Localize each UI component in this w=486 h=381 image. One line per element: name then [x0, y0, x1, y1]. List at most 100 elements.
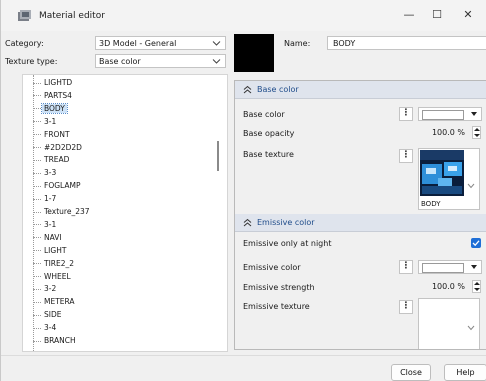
tree-connector — [33, 263, 41, 265]
tree-item[interactable]: PARTS4 — [33, 90, 74, 102]
dropdown-arrow-icon — [471, 265, 477, 269]
tree-item-label: WHEEL — [44, 271, 71, 281]
chevron-down-icon — [467, 183, 475, 189]
tree-item[interactable]: SIDE — [33, 309, 64, 321]
emissive-color-menu-button[interactable]: ⋮ — [399, 260, 413, 274]
tree-item[interactable]: BRANCH — [33, 335, 78, 347]
base-opacity-value: 100.0 % — [431, 128, 465, 137]
material-tree[interactable]: LIGHTD PARTS4 BODY 3-1 FRONT #2D2D2D TREAD 3-3 F… — [22, 74, 228, 352]
name-input[interactable]: BODY — [327, 36, 486, 50]
material-editor-window: Material editor — ☐ ✕ Category: 3D Model… — [0, 0, 486, 381]
tree-item-label: LIGHT — [44, 245, 67, 255]
emissive-color-section-header[interactable]: Emissive color — [235, 214, 486, 232]
tree-item[interactable]: FOGLAMP — [33, 180, 83, 192]
emissive-color-label: Emissive color — [243, 263, 301, 272]
category-select[interactable]: 3D Model - General — [95, 36, 226, 50]
tree-item[interactable]: METERA — [33, 296, 77, 308]
tree-connector — [33, 198, 41, 200]
emissive-color-swatch — [422, 263, 464, 273]
tree-item-label: NAVI — [44, 232, 62, 242]
base-texture-menu-button[interactable]: ⋮ — [399, 149, 413, 163]
tree-item[interactable]: FRONT — [33, 129, 72, 141]
minimize-button[interactable]: — — [401, 8, 417, 22]
material-preview-swatch — [234, 34, 274, 72]
title-bar[interactable]: Material editor — ☐ ✕ — [1, 0, 486, 31]
tree-connector — [33, 314, 41, 316]
maximize-button[interactable]: ☐ — [429, 8, 445, 22]
spin-arrows[interactable] — [472, 280, 481, 293]
base-texture-selector[interactable]: BODY — [418, 148, 480, 210]
tree-connector — [33, 211, 41, 213]
tree-item[interactable]: 3-1 — [33, 219, 58, 231]
app-icon — [18, 10, 31, 21]
tree-item-label: METERA — [44, 297, 75, 307]
tree-item-label: TREAD — [44, 155, 70, 165]
tree-item-label: 3-2 — [44, 284, 57, 294]
tree-connector — [33, 95, 41, 97]
tree-item[interactable]: 3-3 — [33, 167, 58, 179]
close-window-button[interactable]: ✕ — [460, 8, 476, 22]
tree-item[interactable]: 3-1 — [33, 116, 58, 128]
chevron-down-icon — [467, 325, 475, 331]
tree-connector — [33, 250, 41, 252]
tree-connector — [33, 185, 41, 187]
tree-item[interactable]: #2D2D2D — [33, 142, 84, 154]
emissive-color-picker[interactable] — [418, 260, 482, 274]
tree-item-label: TIRE2_2 — [44, 258, 75, 268]
base-color-picker[interactable] — [418, 107, 482, 121]
tree-item-label: BRANCH — [44, 336, 76, 345]
tree-item-label: 1-7 — [44, 194, 57, 204]
help-button[interactable]: Help — [444, 364, 486, 381]
tree-item[interactable]: TREAD — [33, 154, 71, 166]
base-color-swatch — [422, 110, 464, 120]
tree-item-label: PARTS4 — [44, 90, 72, 100]
category-label: Category: — [5, 39, 44, 48]
texture-type-select[interactable]: Base color — [95, 54, 226, 68]
emissive-strength-value: 100.0 % — [431, 282, 465, 291]
base-texture-label: Base texture — [243, 150, 294, 159]
tree-item-label: FRONT — [44, 129, 70, 139]
tree-item[interactable]: BODY — [33, 102, 68, 115]
tree-item-label: Texture_237 — [44, 207, 90, 216]
base-opacity-spinner[interactable]: 100.0 % — [415, 126, 483, 140]
base-color-section-header[interactable]: Base color — [235, 81, 486, 99]
tree-item-label: SIDE — [44, 310, 62, 320]
emissive-strength-spinner[interactable]: 100.0 % — [415, 280, 483, 294]
texture-type-value: Base color — [99, 57, 141, 66]
base-texture-caption: BODY — [421, 200, 441, 208]
base-color-section-title: Base color — [257, 85, 299, 94]
close-button[interactable]: Close — [391, 364, 431, 381]
tree-scrollbar-thumb[interactable] — [217, 141, 219, 171]
tree-connector — [33, 172, 41, 174]
emissive-texture-label: Emissive texture — [243, 302, 310, 311]
tree-connector — [33, 121, 41, 123]
tree-item[interactable]: TIRE2_2 — [33, 258, 76, 270]
tree-item[interactable]: 1-7 — [33, 193, 58, 205]
tree-connector — [33, 224, 41, 226]
tree-item[interactable]: LIGHT — [33, 245, 68, 257]
tree-item[interactable]: Texture_237 — [33, 206, 92, 218]
tree-item[interactable]: 3-4 — [33, 322, 58, 334]
tree-item-label: 3-1 — [44, 219, 57, 229]
spin-arrows[interactable] — [472, 126, 481, 139]
tree-item[interactable]: LIGHTD — [33, 77, 74, 89]
tree-connector — [33, 134, 41, 136]
dropdown-arrow-icon — [471, 112, 477, 116]
emissive-texture-selector[interactable] — [418, 298, 480, 349]
emissive-texture-menu-button[interactable]: ⋮ — [399, 300, 413, 314]
tree-item[interactable]: 3-2 — [33, 283, 58, 295]
tree-item[interactable]: WHEEL — [33, 271, 73, 283]
texture-thumbnail — [420, 150, 464, 196]
tree-connector — [33, 301, 41, 303]
emissive-night-label: Emissive only at night — [243, 239, 332, 248]
tree-item[interactable]: NAVI — [33, 232, 64, 244]
emissive-night-checkbox[interactable] — [471, 238, 481, 248]
base-color-menu-button[interactable]: ⋮ — [399, 107, 413, 121]
base-opacity-label: Base opacity — [243, 129, 295, 138]
tree-item-label: LIGHTD — [44, 78, 73, 87]
emissive-strength-label: Emissive strength — [243, 283, 315, 292]
name-label: Name: — [284, 39, 311, 48]
tree-connector — [33, 147, 41, 148]
tree-connector — [33, 288, 41, 290]
category-value: 3D Model - General — [99, 39, 177, 48]
